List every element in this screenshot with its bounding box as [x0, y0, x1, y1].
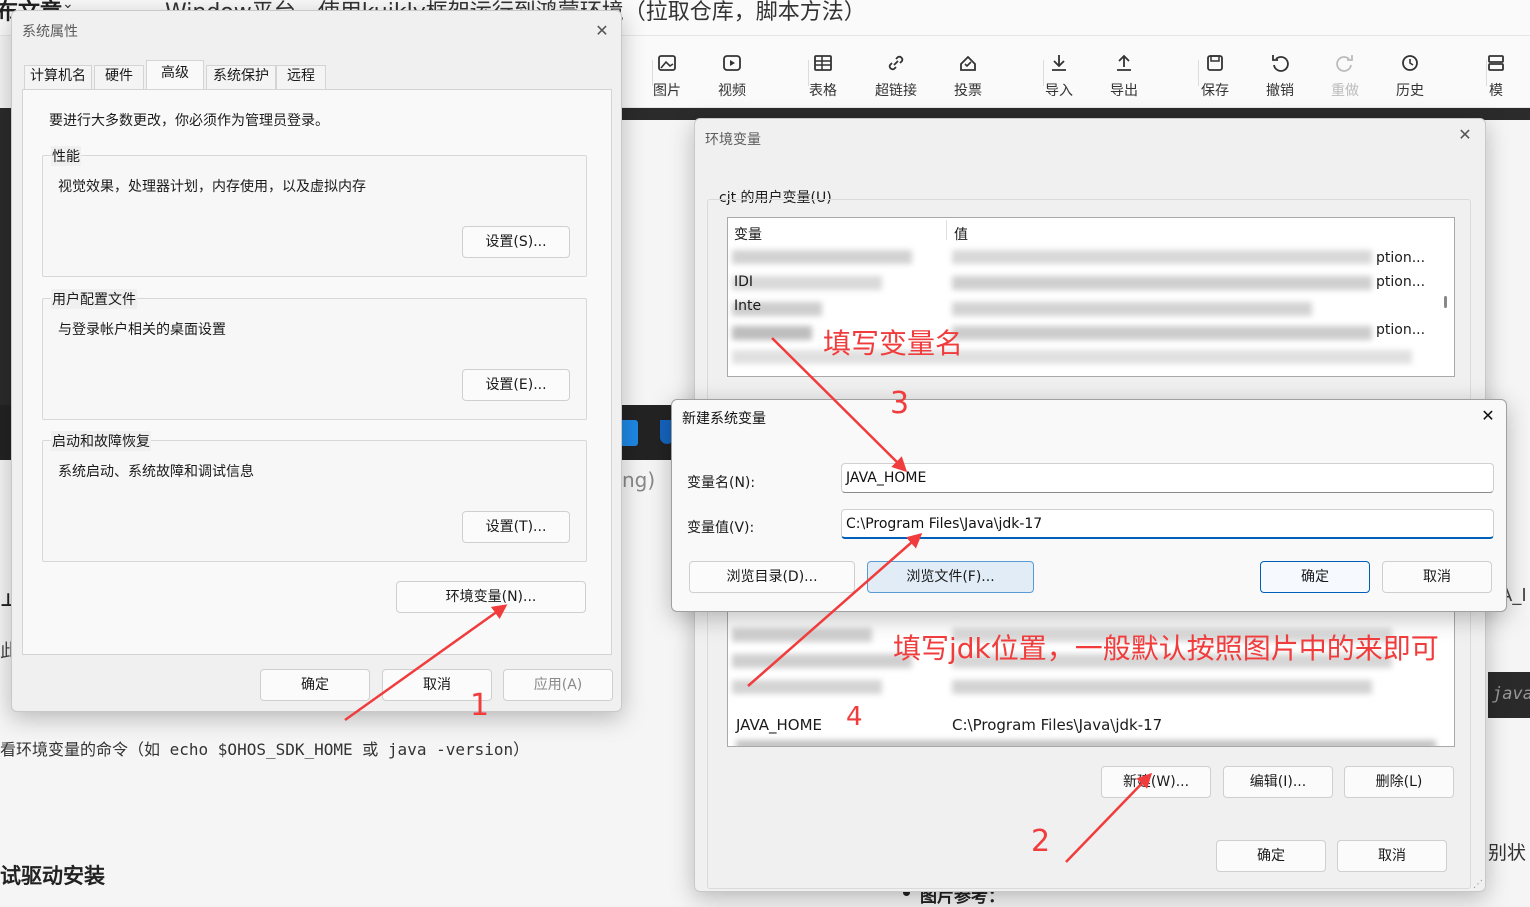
annotation-number-3: 3: [890, 386, 910, 421]
annotation-number-2: 2: [1031, 824, 1051, 859]
annotation-number-1: 1: [470, 688, 490, 723]
annotation-arrows: [344, 337, 1153, 863]
annotation-fill-name: 填写变量名: [823, 327, 964, 360]
annotation-arrow-2: [1065, 772, 1153, 863]
annotation-fill-jdk: 填写jdk位置，一般默认按照图片中的来即可: [893, 632, 1439, 665]
annotation-number-4: 4: [846, 702, 863, 732]
